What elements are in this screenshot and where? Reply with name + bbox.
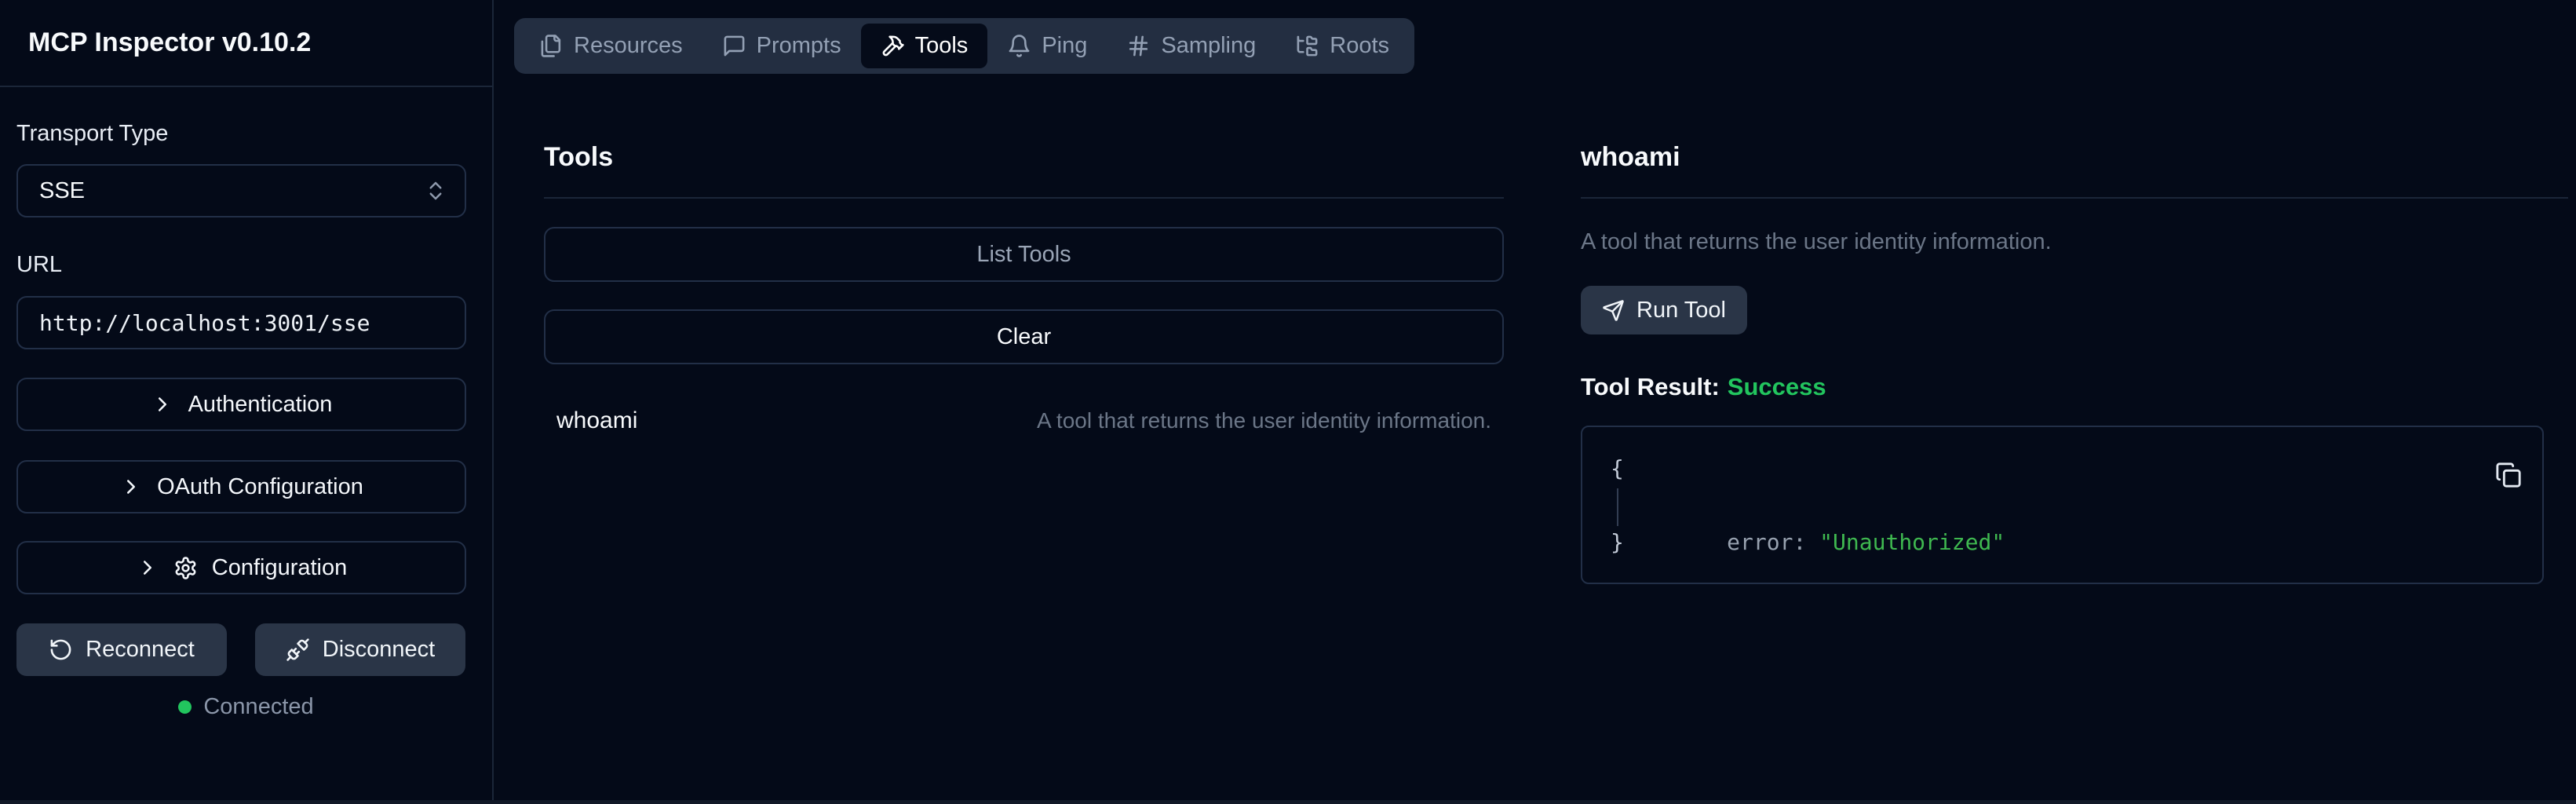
json-indent-guide — [1617, 488, 1618, 526]
url-input[interactable] — [16, 296, 466, 349]
tab-sampling-label: Sampling — [1161, 33, 1256, 59]
tab-tools[interactable]: Tools — [861, 24, 988, 68]
tab-tools-label: Tools — [915, 33, 969, 59]
json-value: "Unauthorized" — [1819, 529, 2005, 555]
gear-icon — [173, 556, 198, 580]
oauth-configuration-label: OAuth Configuration — [157, 474, 363, 500]
bell-icon — [1007, 34, 1031, 58]
send-icon — [1602, 299, 1625, 322]
disconnect-button[interactable]: Disconnect — [255, 623, 465, 676]
transport-type-select[interactable]: SSE — [16, 164, 466, 217]
sidebar: MCP Inspector v0.10.2 Transport Type SSE… — [0, 0, 494, 804]
reconnect-label: Reconnect — [86, 637, 195, 663]
tab-resources[interactable]: Resources — [520, 24, 702, 68]
tool-name: whoami — [556, 407, 637, 434]
url-label: URL — [16, 251, 62, 278]
run-tool-label: Run Tool — [1636, 298, 1726, 323]
reconnect-button[interactable]: Reconnect — [16, 623, 227, 676]
hammer-icon — [881, 34, 905, 58]
tab-sampling[interactable]: Sampling — [1107, 24, 1275, 68]
oauth-configuration-collapsible[interactable]: OAuth Configuration — [16, 460, 466, 513]
tool-detail-heading: whoami — [1581, 141, 1680, 173]
chevron-right-icon — [119, 475, 143, 499]
sidebar-header: MCP Inspector v0.10.2 — [0, 0, 492, 87]
connection-status: Connected — [0, 694, 492, 720]
copy-icon — [2495, 462, 2522, 488]
authentication-collapsible[interactable]: Authentication — [16, 378, 466, 431]
tool-result-status: Success — [1728, 373, 1826, 400]
configuration-label: Configuration — [212, 555, 348, 581]
tool-detail-divider — [1581, 197, 2568, 199]
tab-roots[interactable]: Roots — [1275, 24, 1409, 68]
hash-icon — [1126, 34, 1151, 58]
run-tool-button[interactable]: Run Tool — [1581, 286, 1747, 334]
configuration-collapsible[interactable]: Configuration — [16, 541, 466, 594]
chevron-right-icon — [151, 393, 174, 416]
files-icon — [539, 34, 564, 58]
tool-list-item-whoami[interactable]: whoami A tool that returns the user iden… — [544, 397, 1504, 445]
copy-json-button[interactable] — [2495, 462, 2522, 488]
transport-type-selected-value: SSE — [39, 178, 85, 204]
tool-result-label: Tool Result: — [1581, 373, 1720, 400]
folder-tree-icon — [1295, 34, 1319, 58]
tab-resources-label: Resources — [574, 33, 683, 59]
json-close-brace: } — [1611, 524, 1624, 561]
transport-type-label: Transport Type — [16, 120, 168, 147]
list-tools-button[interactable]: List Tools — [544, 227, 1504, 282]
authentication-label: Authentication — [188, 392, 333, 418]
json-open-brace: { — [1611, 450, 1624, 487]
message-square-icon — [722, 34, 746, 58]
json-error-line: error: "Unauthorized" — [1647, 487, 2005, 524]
rotate-ccw-icon — [49, 638, 73, 662]
tab-ping[interactable]: Ping — [987, 24, 1107, 68]
app-title: MCP Inspector v0.10.2 — [28, 27, 311, 58]
json-key: error: — [1727, 529, 1806, 555]
tab-ping-label: Ping — [1042, 33, 1087, 59]
chevron-right-icon — [136, 556, 159, 579]
tool-description: A tool that returns the user identity in… — [1037, 408, 1491, 433]
main-tabbar: Resources Prompts Tools Ping Sampling — [514, 18, 1414, 74]
tool-detail-description: A tool that returns the user identity in… — [1581, 228, 2052, 255]
tool-result-line: Tool Result: Success — [1581, 372, 1826, 402]
tab-prompts[interactable]: Prompts — [702, 24, 861, 68]
tools-panel-heading: Tools — [544, 141, 613, 173]
tool-result-json-block: { error: "Unauthorized" } — [1581, 426, 2544, 584]
tab-roots-label: Roots — [1330, 33, 1389, 59]
disconnect-label: Disconnect — [323, 637, 435, 663]
unplug-icon — [286, 638, 310, 662]
connection-status-label: Connected — [203, 694, 313, 720]
connected-dot-icon — [178, 700, 192, 714]
tab-prompts-label: Prompts — [757, 33, 841, 59]
chevrons-up-down-icon — [424, 179, 447, 203]
clear-button[interactable]: Clear — [544, 309, 1504, 364]
tools-panel-divider — [544, 197, 1504, 199]
mcp-inspector-window: MCP Inspector v0.10.2 Transport Type SSE… — [0, 0, 2576, 804]
horizontal-scrollbar-track[interactable] — [0, 800, 2576, 804]
